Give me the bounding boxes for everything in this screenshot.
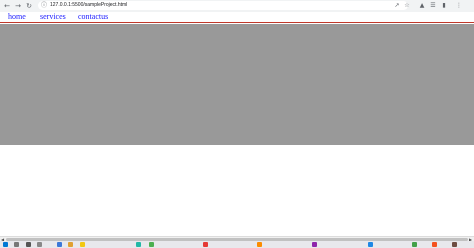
- taskbar-app-icon[interactable]: [203, 242, 208, 247]
- share-icon[interactable]: ↗: [393, 1, 401, 11]
- taskbar-app-icon[interactable]: [368, 242, 373, 247]
- site-nav-bar: home services contactus: [0, 12, 474, 23]
- chrome-icon[interactable]: [149, 242, 154, 247]
- nav-link-home[interactable]: home: [8, 12, 26, 22]
- nav-link-contactus[interactable]: contactus: [78, 12, 108, 22]
- side-panel-icon[interactable]: ▮: [440, 1, 448, 11]
- reading-list-icon[interactable]: ☰: [429, 1, 437, 11]
- taskbar-app-icon[interactable]: [452, 242, 457, 247]
- taskbar-app-icon[interactable]: [136, 242, 141, 247]
- search-icon[interactable]: [14, 242, 19, 247]
- extensions-icon[interactable]: ▲: [418, 1, 426, 11]
- file-explorer-icon[interactable]: [68, 242, 73, 247]
- taskbar-app-icon[interactable]: [57, 242, 62, 247]
- gray-content-section: [0, 24, 474, 145]
- nav-link-services[interactable]: services: [40, 12, 66, 22]
- taskbar-app-icon[interactable]: [412, 242, 417, 247]
- os-taskbar: [0, 241, 474, 248]
- site-info-icon[interactable]: ⓘ: [41, 1, 47, 10]
- reload-icon[interactable]: ↻: [25, 1, 33, 11]
- windows-start-icon[interactable]: [3, 242, 8, 247]
- bookmark-star-icon[interactable]: ☆: [403, 1, 411, 11]
- back-icon[interactable]: ←: [3, 1, 11, 11]
- folder-icon[interactable]: [80, 242, 85, 247]
- menu-dots-icon[interactable]: ⋮: [455, 1, 463, 11]
- task-view-icon[interactable]: [26, 242, 31, 247]
- web-page: home services contactus: [0, 12, 474, 236]
- address-url[interactable]: 127.0.0.1:5500/sampleProject.html: [50, 1, 127, 10]
- forward-icon[interactable]: →: [14, 1, 22, 11]
- address-bar[interactable]: ⓘ 127.0.0.1:5500/sampleProject.html: [38, 1, 408, 10]
- taskbar-app-icon[interactable]: [257, 242, 262, 247]
- taskbar-app-icon[interactable]: [432, 242, 437, 247]
- taskbar-app-icon[interactable]: [312, 242, 317, 247]
- widgets-icon[interactable]: [37, 242, 42, 247]
